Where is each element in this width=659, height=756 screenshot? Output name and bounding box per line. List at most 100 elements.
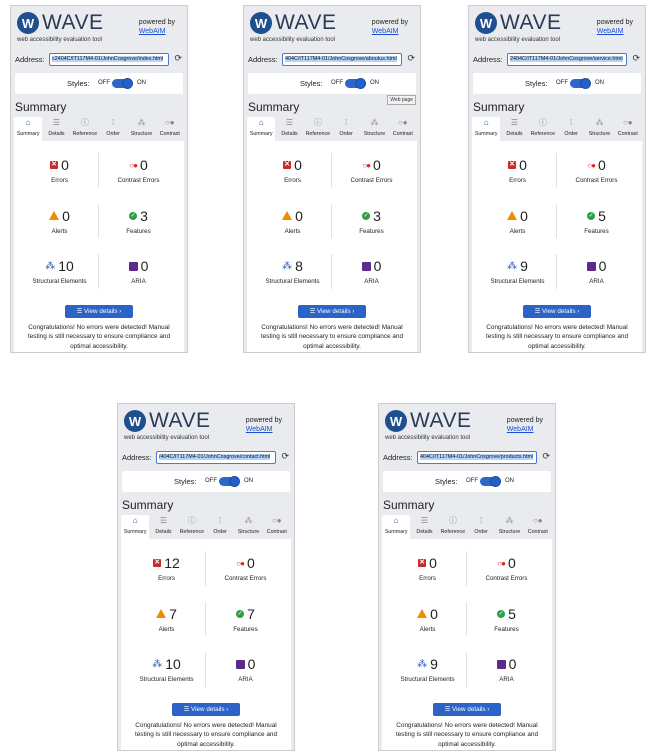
view-details-button[interactable]: ☰ View details › xyxy=(433,703,501,716)
info-icon: ⓘ xyxy=(538,118,547,127)
toggle-knob xyxy=(229,476,240,487)
features-count: 3 xyxy=(373,207,381,224)
address-value: /404C/IT117M4-01/JohnCosgrove/contact.ht… xyxy=(159,454,271,460)
powered-by: powered by WebAIM xyxy=(139,18,175,37)
webaim-link[interactable]: WebAIM xyxy=(507,426,534,433)
tab-contrast[interactable]: ○● Contrast xyxy=(263,515,291,539)
webaim-link[interactable]: WebAIM xyxy=(597,28,624,35)
order-icon: ⁞ xyxy=(112,118,115,127)
structural-stat: ⁂ 9 Structural Elements xyxy=(388,644,467,695)
list-icon: ☰ xyxy=(420,516,429,525)
features-stat: ✓ 5 Features xyxy=(557,196,636,247)
address-label: Address: xyxy=(122,453,152,462)
structural-label: Structural Elements xyxy=(400,676,455,684)
tab-order[interactable]: ⁞ Order xyxy=(206,515,234,539)
webaim-link[interactable]: WebAIM xyxy=(139,28,166,35)
refresh-icon[interactable]: ⟳ xyxy=(281,451,289,462)
refresh-icon[interactable]: ⟳ xyxy=(407,53,415,64)
styles-toggle[interactable] xyxy=(112,78,133,89)
tab-order[interactable]: ⁞ Order xyxy=(557,117,585,141)
alerts-stat: 0 Alerts xyxy=(388,594,467,645)
structural-label: Structural Elements xyxy=(139,676,194,684)
refresh-icon[interactable]: ⟳ xyxy=(174,53,182,64)
webaim-link[interactable]: WebAIM xyxy=(246,426,273,433)
congrats-message: Congratulations! No errors were detected… xyxy=(382,719,552,750)
error-icon: ✕ xyxy=(418,559,427,567)
tab-details[interactable]: ☰ Details xyxy=(410,515,438,539)
view-details-button[interactable]: ☰ View details › xyxy=(523,305,591,318)
powered-by-text: powered by xyxy=(245,417,282,424)
tab-order[interactable]: ⁞ Order xyxy=(332,117,360,141)
tab-contrast[interactable]: ○● Contrast xyxy=(524,515,552,539)
view-details-button[interactable]: ☰ View details › xyxy=(298,305,366,318)
tab-reference[interactable]: ⓘ Reference xyxy=(71,117,99,141)
view-details-button[interactable]: ☰ View details › xyxy=(65,305,133,318)
wave-logo: W WAVE xyxy=(475,11,562,35)
tab-details[interactable]: ☰ Details xyxy=(275,117,303,141)
congrats-message: Congratulations! No errors were detected… xyxy=(14,321,184,352)
styles-toggle[interactable] xyxy=(345,78,366,89)
tab-structure[interactable]: ⁂ Structure xyxy=(495,515,523,539)
aria-label: ARIA xyxy=(238,676,253,684)
tab-order[interactable]: ⁞ Order xyxy=(467,515,495,539)
info-icon: ⓘ xyxy=(313,118,322,127)
view-details-label: View details › xyxy=(317,308,355,315)
tab-structure[interactable]: ⁂ Structure xyxy=(360,117,388,141)
wave-header: W WAVE web accessibility evaluation tool… xyxy=(11,6,187,50)
toggle-knob xyxy=(490,476,501,487)
contrast-label: Contrast Errors xyxy=(350,177,393,184)
tab-details[interactable]: ☰ Details xyxy=(149,515,177,539)
styles-toggle[interactable] xyxy=(480,476,501,487)
contrast-count: 0 xyxy=(597,157,606,173)
view-details-button[interactable]: ☰ View details › xyxy=(172,703,240,716)
errors-stat: ✕ 12 Errors xyxy=(127,543,206,594)
tab-order[interactable]: ⁞ Order xyxy=(99,117,127,141)
address-input[interactable]: c2404C/IT117M4-01/JohnCosgrove/index.htm… xyxy=(49,53,169,66)
tab-summary[interactable]: ⌂ Summary xyxy=(14,117,43,141)
tab-reference[interactable]: ⓘ Reference xyxy=(529,117,557,141)
tagline: web accessibility evaluation tool xyxy=(250,37,336,43)
refresh-icon[interactable]: ⟳ xyxy=(632,53,640,64)
address-input[interactable]: 404C/IT117M4-01/JohnCosgrove/aboutus.htm… xyxy=(282,53,402,66)
errors-label: Errors xyxy=(284,177,301,184)
tab-summary[interactable]: ⌂ Summary xyxy=(121,515,150,539)
tab-details[interactable]: ☰ Details xyxy=(42,117,70,141)
home-icon: ⌂ xyxy=(483,118,489,127)
styles-toggle[interactable] xyxy=(570,78,591,89)
webaim-link[interactable]: WebAIM xyxy=(372,28,399,35)
tab-structure[interactable]: ⁂ Structure xyxy=(585,117,613,141)
tab-reference[interactable]: ⓘ Reference xyxy=(304,117,332,141)
tab-summary[interactable]: ⌂ Summary xyxy=(382,515,411,539)
list-icon: ☰ xyxy=(534,308,543,315)
tab-reference[interactable]: ⓘ Reference xyxy=(178,515,206,539)
features-label: Features xyxy=(359,227,384,235)
refresh-icon[interactable]: ⟳ xyxy=(542,451,550,462)
order-icon: ⁞ xyxy=(219,516,222,525)
summary-title: Summary xyxy=(15,100,67,114)
tab-structure[interactable]: ⁂ Structure xyxy=(234,515,262,539)
address-input[interactable]: /404C/IT117M4-01/JohnCosgrove/contact.ht… xyxy=(156,451,276,464)
tab-label: Order xyxy=(106,131,120,137)
styles-off-label: OFF xyxy=(205,478,217,484)
tab-label: Details xyxy=(155,529,172,535)
tab-contrast[interactable]: ○● Contrast xyxy=(156,117,184,141)
toggle-knob xyxy=(122,78,133,89)
tab-label: Summary xyxy=(249,131,273,137)
alerts-stat: 0 Alerts xyxy=(20,196,99,247)
alerts-label: Alerts xyxy=(51,227,68,235)
tab-reference[interactable]: ⓘ Reference xyxy=(439,515,467,539)
tab-structure[interactable]: ⁂ Structure xyxy=(127,117,155,141)
contrast-error-icon: ○● xyxy=(362,160,371,170)
address-bar: Address: /404C/IT117M4-01/JohnCosgrove/c… xyxy=(118,449,294,467)
tab-summary[interactable]: ⌂ Summary xyxy=(472,117,501,141)
tab-summary[interactable]: ⌂ Summary xyxy=(247,117,276,141)
list-icon: ☰ xyxy=(285,118,294,127)
tab-contrast[interactable]: ○● Contrast xyxy=(389,117,417,141)
tab-details[interactable]: ☰ Details xyxy=(500,117,528,141)
styles-toggle[interactable] xyxy=(219,476,240,487)
tab-contrast[interactable]: ○● Contrast xyxy=(614,117,642,141)
address-input[interactable]: 2404C/IT117M4-01/JohnCosgrove/service.ht… xyxy=(507,53,627,66)
contrast-count: 0 xyxy=(139,157,148,173)
powered-by-text: powered by xyxy=(371,19,408,26)
address-input[interactable]: 404C/IT117M4-01/JohnCosgrove/products.ht… xyxy=(417,451,537,464)
